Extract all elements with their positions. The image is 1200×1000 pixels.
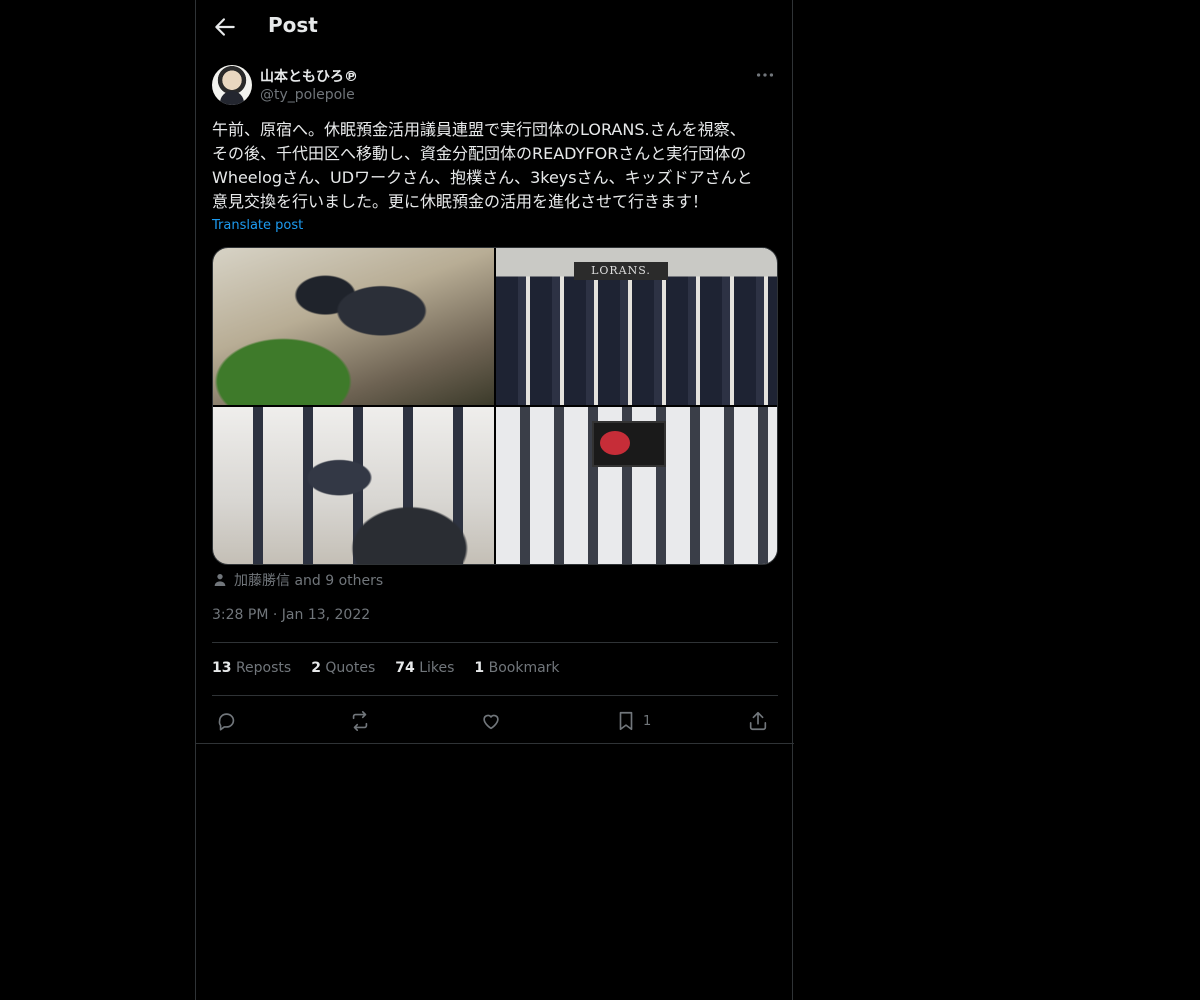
reply-icon	[218, 713, 235, 731]
back-button[interactable]	[212, 14, 238, 40]
tagged-people[interactable]: 加藤勝信 and 9 others	[212, 570, 383, 590]
page-title: Post	[268, 13, 318, 37]
heart-icon	[483, 714, 499, 730]
author-name[interactable]: 山本ともひろ℗	[260, 66, 358, 86]
post-text: 午前、原宿へ。休眠預金活用議員連盟で実行団体のLORANS.さんを視察、 その後…	[212, 120, 753, 211]
divider	[212, 695, 778, 696]
divider	[212, 642, 778, 643]
post-column: Post 山本ともひろ℗ @ty_polepole 午前、原宿へ。休眠預金活用議…	[195, 0, 794, 1000]
photo-group-office[interactable]	[496, 407, 777, 564]
storefront-sign: LORANS.	[574, 262, 668, 280]
author-handle[interactable]: @ty_polepole	[260, 87, 355, 103]
post-time: 3:28 PM	[212, 607, 269, 623]
post-timestamp[interactable]: 3:28 PM · Jan 13, 2022	[212, 607, 370, 623]
tagged-people-label: 加藤勝信 and 9 others	[234, 573, 384, 589]
photo-group-storefront[interactable]: LORANS.	[496, 248, 777, 405]
reply-button[interactable]	[216, 708, 238, 734]
photo-meeting[interactable]	[213, 248, 494, 405]
bookmark-count: 1	[643, 713, 652, 729]
person-icon	[214, 574, 226, 586]
like-button[interactable]	[480, 708, 502, 734]
action-bar: 1	[212, 706, 778, 736]
tv-screen	[592, 421, 666, 467]
reposts-stat[interactable]: 13 Reposts	[212, 660, 291, 676]
repost-icon	[352, 711, 368, 731]
share-icon	[749, 711, 767, 731]
repost-button[interactable]	[349, 708, 371, 734]
more-horizontal-icon	[756, 73, 774, 77]
bookmarks-stat[interactable]: 1 Bookmark	[474, 660, 559, 676]
post-header: Post	[196, 0, 794, 54]
translate-post-link[interactable]: Translate post	[212, 218, 303, 233]
quotes-stat[interactable]: 2 Quotes	[311, 660, 375, 676]
likes-stat[interactable]: 74 Likes	[395, 660, 454, 676]
post-date: Jan 13, 2022	[281, 607, 371, 623]
photo-discussion[interactable]	[213, 407, 494, 564]
share-button[interactable]	[747, 708, 769, 734]
bookmark-icon	[619, 711, 633, 731]
post-stats: 13 Reposts 2 Quotes 74 Likes 1 Bookmark	[212, 660, 560, 676]
media-grid: LORANS.	[212, 247, 778, 565]
avatar[interactable]	[212, 65, 252, 105]
post-bottom-border	[196, 743, 794, 744]
more-button[interactable]	[754, 64, 776, 86]
bookmark-button[interactable]: 1	[615, 708, 651, 734]
time-separator: ·	[272, 607, 278, 623]
arrow-left-icon	[215, 18, 235, 36]
